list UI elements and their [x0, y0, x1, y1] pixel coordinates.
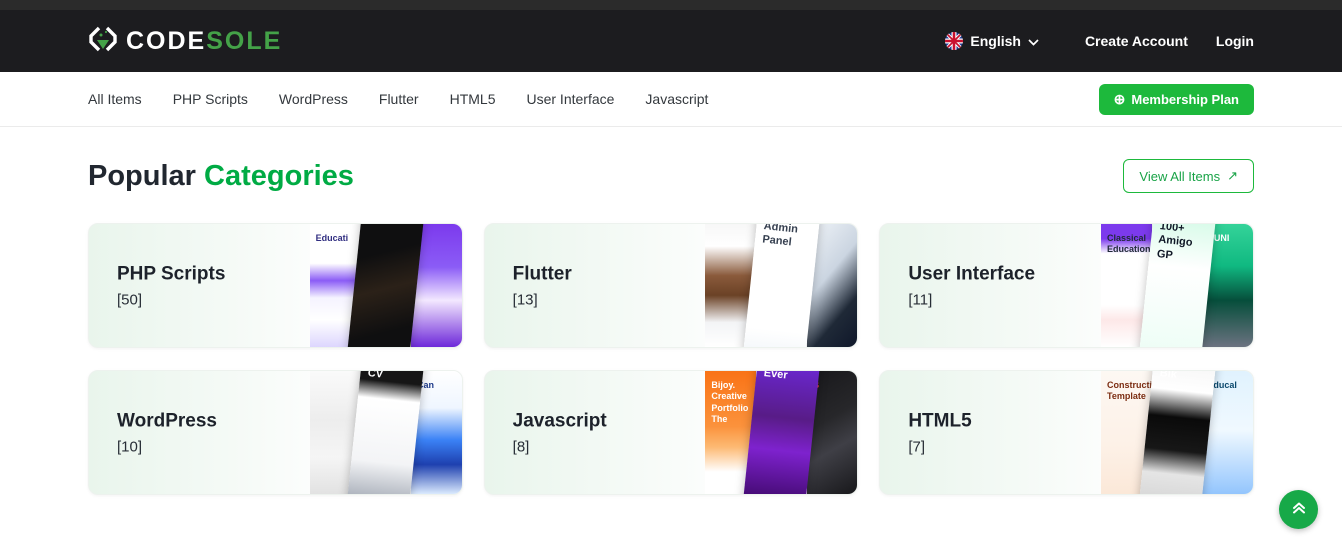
- category-count: [50]: [117, 291, 225, 308]
- nav-item-wordpress[interactable]: WordPress: [279, 91, 348, 107]
- page-title: Popular Categories: [88, 160, 354, 193]
- category-name: WordPress: [117, 410, 217, 432]
- nav-item-user-interface[interactable]: User Interface: [526, 91, 614, 107]
- section-head: Popular Categories View All Items ↗: [88, 159, 1254, 193]
- category-thumbnails: Bijoy. Creative Portfolio The Ever B: [705, 371, 857, 494]
- card-text: User Interface [11]: [908, 263, 1035, 308]
- categories-grid: PHP Scripts [50] Educati Flutter [13] Ad…: [88, 223, 1254, 495]
- category-count: [10]: [117, 438, 217, 455]
- popular-categories-section: Popular Categories View All Items ↗ PHP …: [0, 127, 1342, 495]
- nav-items: All Items PHP Scripts WordPress Flutter …: [88, 91, 708, 107]
- category-count: [7]: [908, 438, 971, 455]
- category-card-user-interface[interactable]: User Interface [11] Classical Education …: [879, 223, 1254, 348]
- view-all-items-button[interactable]: View All Items ↗: [1123, 159, 1254, 193]
- top-strip: [0, 0, 1342, 10]
- card-text: PHP Scripts [50]: [117, 263, 225, 308]
- chevron-down-icon: [1028, 33, 1039, 49]
- header-right: English Create Account Login: [945, 32, 1254, 50]
- plus-circle-icon: ⊕: [1114, 92, 1126, 106]
- category-thumbnails: CV Can: [310, 371, 462, 494]
- category-card-flutter[interactable]: Flutter [13] Admin Panel: [484, 223, 859, 348]
- nav-item-flutter[interactable]: Flutter: [379, 91, 419, 107]
- uk-flag-icon: [945, 32, 963, 50]
- category-name: User Interface: [908, 263, 1035, 285]
- nav-item-all-items[interactable]: All Items: [88, 91, 142, 107]
- nav-item-html5[interactable]: HTML5: [450, 91, 496, 107]
- category-thumbnails: Classical Education 100+ Amigo GP FUNI: [1101, 224, 1253, 347]
- category-name: PHP Scripts: [117, 263, 225, 285]
- category-card-wordpress[interactable]: WordPress [10] CV Can: [88, 370, 463, 495]
- logo[interactable]: CODESOLE: [88, 24, 282, 59]
- membership-plan-label: Membership Plan: [1131, 92, 1239, 107]
- site-header: CODESOLE English Create Account Login: [0, 10, 1342, 72]
- view-all-label: View All Items: [1139, 169, 1220, 184]
- arrow-up-right-icon: ↗: [1227, 168, 1238, 184]
- category-name: Javascript: [513, 410, 607, 432]
- card-text: WordPress [10]: [117, 410, 217, 455]
- codesole-logo-icon: [88, 24, 118, 59]
- card-text: HTML5 [7]: [908, 410, 971, 455]
- create-account-link[interactable]: Create Account: [1085, 33, 1188, 49]
- card-text: Flutter [13]: [513, 263, 572, 308]
- membership-plan-button[interactable]: ⊕ Membership Plan: [1099, 84, 1254, 115]
- category-card-html5[interactable]: HTML5 [7] Constructio Template Bik educa…: [879, 370, 1254, 495]
- category-name: HTML5: [908, 410, 971, 432]
- category-count: [11]: [908, 291, 1035, 308]
- category-card-php-scripts[interactable]: PHP Scripts [50] Educati: [88, 223, 463, 348]
- login-link[interactable]: Login: [1216, 33, 1254, 49]
- language-label: English: [970, 33, 1021, 49]
- category-name: Flutter: [513, 263, 572, 285]
- category-thumbnails: Admin Panel: [705, 224, 857, 347]
- category-thumbnails: Educati: [310, 224, 462, 347]
- card-text: Javascript [8]: [513, 410, 607, 455]
- category-nav: All Items PHP Scripts WordPress Flutter …: [0, 72, 1342, 127]
- category-count: [8]: [513, 438, 607, 455]
- scroll-to-top-button[interactable]: [1279, 490, 1318, 529]
- category-card-javascript[interactable]: Javascript [8] Bijoy. Creative Portfolio…: [484, 370, 859, 495]
- logo-text: CODESOLE: [126, 27, 282, 56]
- category-thumbnails: Constructio Template Bik educal: [1101, 371, 1253, 494]
- language-selector[interactable]: English: [945, 32, 1039, 50]
- category-count: [13]: [513, 291, 572, 308]
- nav-item-php-scripts[interactable]: PHP Scripts: [173, 91, 248, 107]
- double-chevron-up-icon: [1291, 500, 1307, 519]
- nav-item-javascript[interactable]: Javascript: [645, 91, 708, 107]
